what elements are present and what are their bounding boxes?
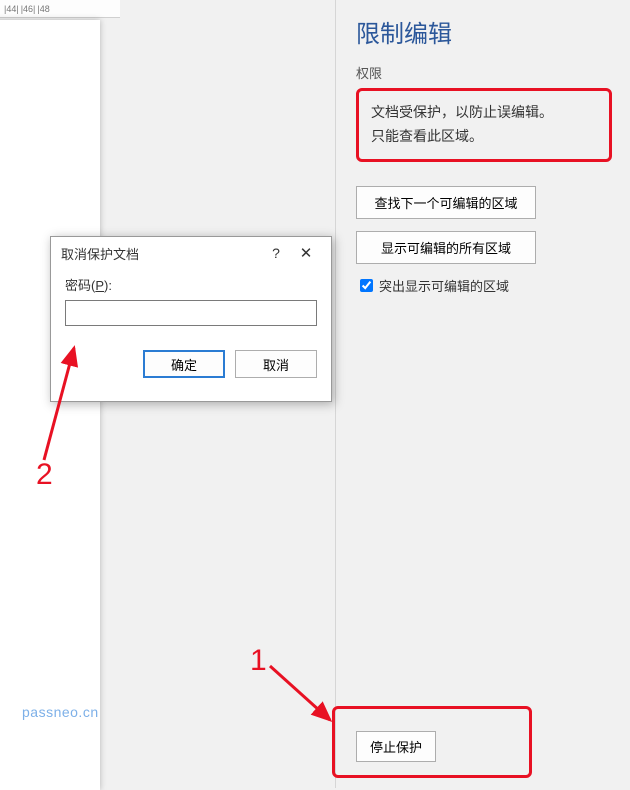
checkbox-label: 突出显示可编辑的区域: [379, 276, 509, 295]
help-icon[interactable]: ?: [261, 245, 291, 261]
password-label: 密码(P):: [65, 275, 317, 294]
protection-info-box: 文档受保护，以防止误编辑。 只能查看此区域。: [356, 88, 612, 162]
ok-button[interactable]: 确定: [143, 350, 225, 378]
permissions-label: 权限: [356, 63, 612, 82]
annotation-number-1: 1: [250, 644, 267, 678]
highlight-editable-checkbox-row[interactable]: 突出显示可编辑的区域: [356, 276, 612, 295]
unprotect-document-dialog: 取消保护文档 ? ✕ 密码(P): 确定 取消: [50, 236, 332, 402]
dialog-title: 取消保护文档: [61, 244, 261, 263]
ruler-mark: |44|: [4, 4, 19, 14]
info-line: 文档受保护，以防止误编辑。: [371, 101, 597, 125]
show-all-editable-button[interactable]: 显示可编辑的所有区域: [356, 231, 536, 264]
ruler-mark: |48: [37, 4, 49, 14]
ruler: |44| |46| |48: [0, 0, 120, 18]
panel-title: 限制编辑: [356, 14, 612, 49]
find-next-editable-button[interactable]: 查找下一个可编辑的区域: [356, 186, 536, 219]
info-line: 只能查看此区域。: [371, 125, 597, 149]
annotation-number-2: 2: [36, 458, 53, 492]
highlight-editable-checkbox[interactable]: [360, 279, 373, 292]
cancel-button[interactable]: 取消: [235, 350, 317, 378]
password-input[interactable]: [65, 300, 317, 326]
dialog-titlebar[interactable]: 取消保护文档 ? ✕: [51, 237, 331, 269]
restrict-editing-panel: 限制编辑 权限 文档受保护，以防止误编辑。 只能查看此区域。 查找下一个可编辑的…: [335, 0, 630, 788]
close-icon[interactable]: ✕: [291, 244, 321, 262]
document-page[interactable]: [0, 20, 100, 790]
stop-protection-button[interactable]: 停止保护: [356, 731, 436, 762]
watermark: passneo.cn: [22, 704, 99, 720]
ruler-mark: |46|: [21, 4, 36, 14]
